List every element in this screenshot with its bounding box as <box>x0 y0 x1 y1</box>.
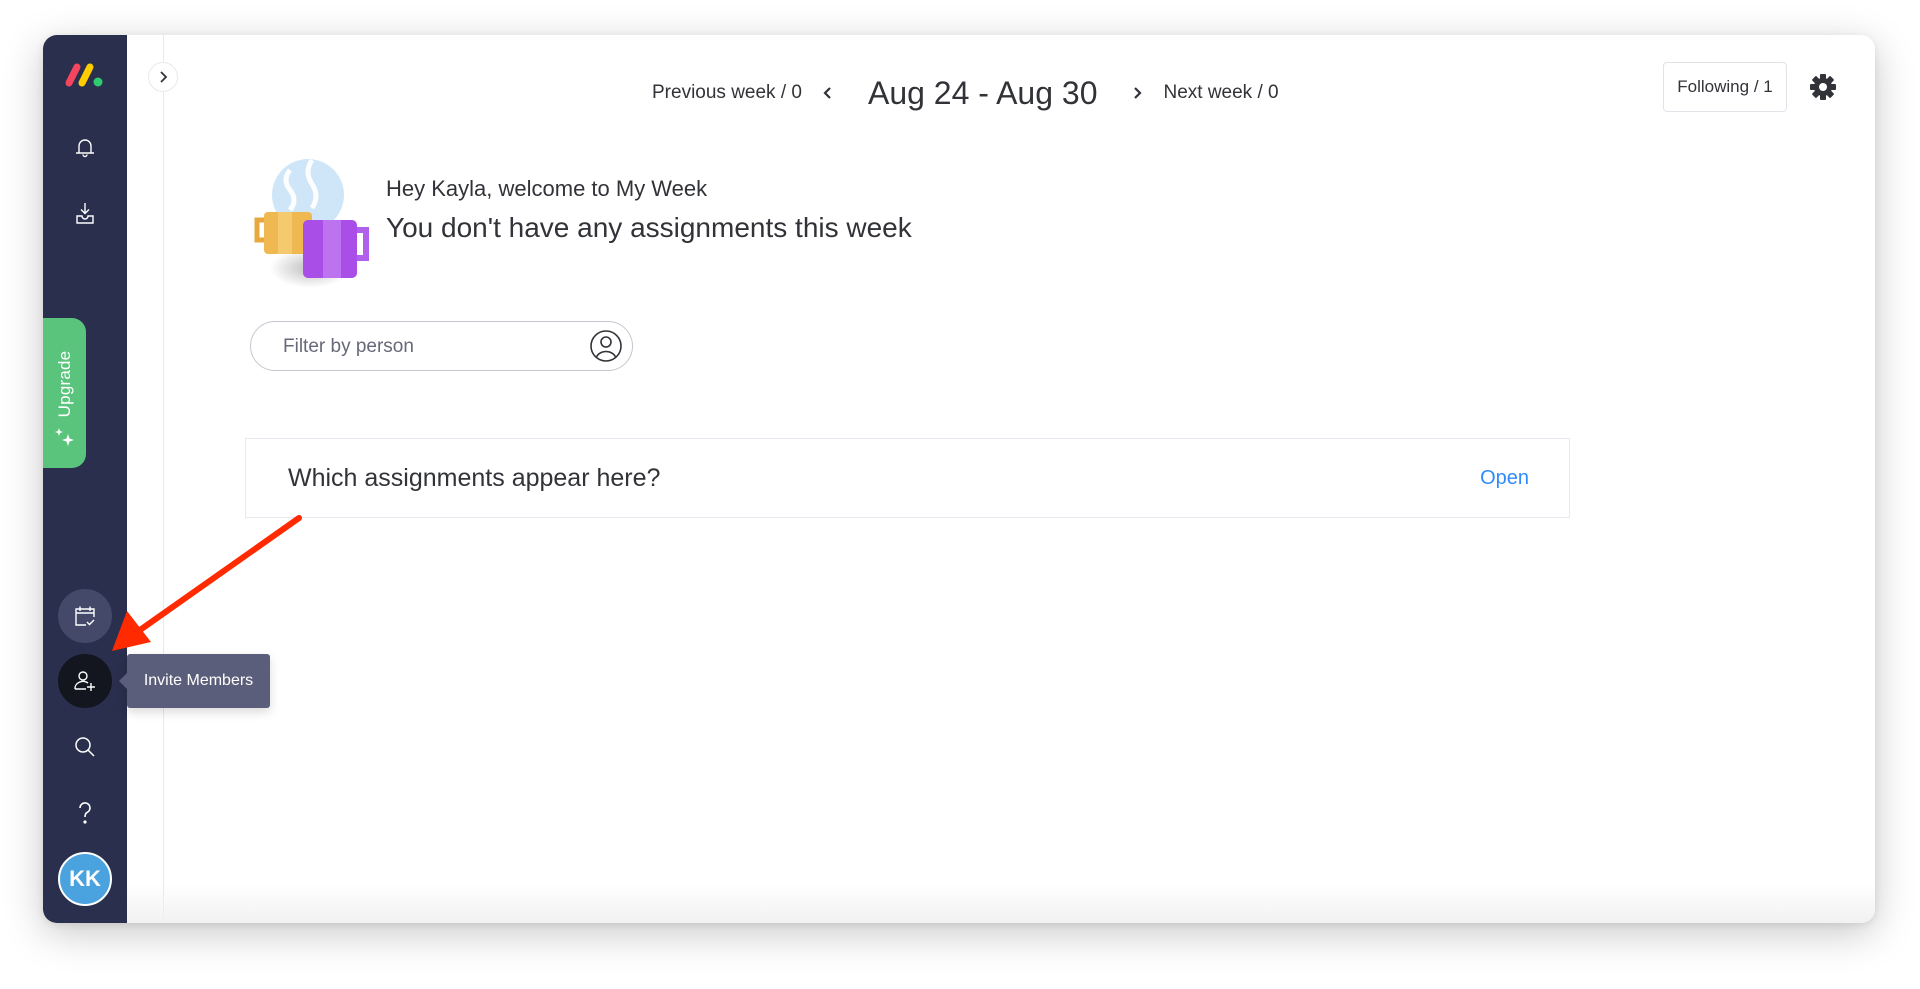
next-week-button[interactable] <box>1127 83 1147 103</box>
my-week-button[interactable] <box>58 589 112 643</box>
panel-divider <box>163 35 164 923</box>
user-avatar[interactable]: KK <box>58 852 112 906</box>
question-icon <box>79 802 91 824</box>
notifications-button[interactable] <box>58 120 112 174</box>
filter-person-input[interactable] <box>281 322 585 372</box>
search-button[interactable] <box>58 720 112 774</box>
info-card-title: Which assignments appear here? <box>288 464 661 492</box>
person-circle-icon[interactable] <box>589 329 623 363</box>
user-plus-icon <box>74 671 95 691</box>
main-content: Previous week / 0 Aug 24 - Aug 30 Next w… <box>127 35 1875 923</box>
welcome-greeting: Hey Kayla, welcome to My Week <box>386 176 708 201</box>
expand-panel-button[interactable] <box>148 62 178 92</box>
assignments-info-card: Which assignments appear here? Open <box>245 438 1570 518</box>
chevron-right-icon <box>1134 87 1143 99</box>
filter-by-person <box>250 321 633 372</box>
inbox-button[interactable] <box>58 186 112 240</box>
calendar-check-icon <box>75 606 95 626</box>
chevron-left-icon <box>823 87 831 99</box>
bell-icon <box>76 139 94 158</box>
sparkle-icon <box>55 428 74 446</box>
gear-icon[interactable] <box>1807 71 1839 103</box>
week-navigation: Previous week / 0 Aug 24 - Aug 30 Next w… <box>652 67 1279 119</box>
coffee-mugs-illustration <box>254 158 369 288</box>
search-icon <box>75 737 95 757</box>
monday-logo[interactable] <box>63 59 107 89</box>
chevron-right-icon <box>160 71 168 83</box>
previous-week-link[interactable]: Previous week / 0 <box>652 82 802 104</box>
upgrade-label: Upgrade <box>54 350 74 418</box>
date-range: Aug 24 - Aug 30 <box>867 74 1098 111</box>
sidebar: Upgrade KK <box>43 35 127 923</box>
app-window: Upgrade KK Previous week / 0 Aug 24 - Au… <box>43 35 1875 923</box>
inbox-download-icon <box>76 203 94 224</box>
welcome-message: You don't have any assignments this week <box>386 212 912 243</box>
following-button[interactable]: Following / 1 <box>1663 62 1787 112</box>
upgrade-button[interactable]: Upgrade <box>43 318 86 468</box>
help-button[interactable] <box>58 786 112 840</box>
previous-week-button[interactable] <box>818 83 838 103</box>
invite-members-button[interactable] <box>58 654 112 708</box>
invite-members-tooltip: Invite Members <box>119 654 270 708</box>
open-link[interactable]: Open <box>1480 467 1529 490</box>
next-week-link[interactable]: Next week / 0 <box>1163 82 1278 104</box>
